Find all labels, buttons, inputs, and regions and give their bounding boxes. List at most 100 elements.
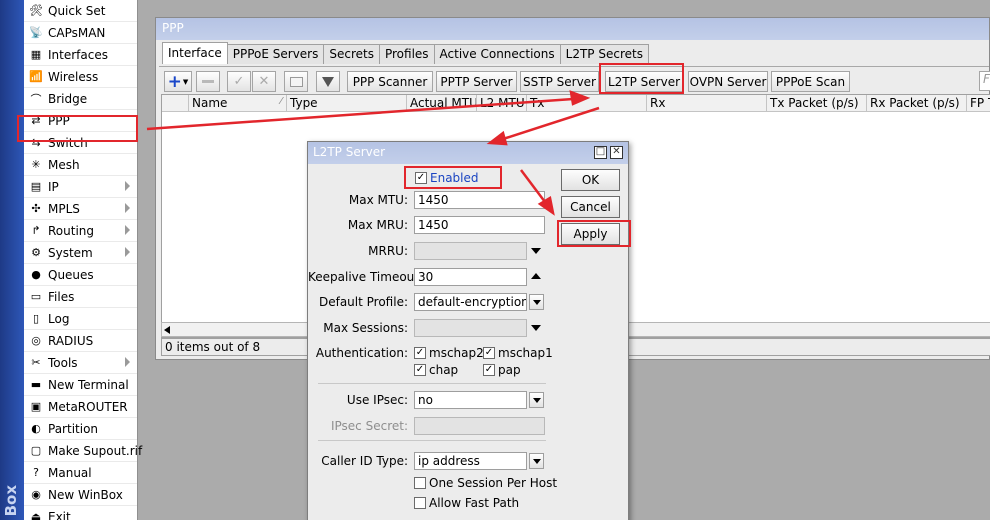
tab-l2tp-secrets[interactable]: L2TP Secrets — [559, 44, 649, 64]
find-input[interactable]: Fi — [979, 71, 990, 91]
sidebar-item-partition[interactable]: ◐ Partition — [24, 418, 137, 440]
col-name[interactable]: Name ⁄ — [188, 95, 286, 112]
max-mru-input[interactable]: 1450 — [414, 216, 545, 234]
auth-mschap2-checkbox[interactable]: ✓ mschap2 — [414, 346, 484, 360]
sidebar-item-bridge[interactable]: ⌒ Bridge — [24, 88, 137, 110]
sidebar-item-label: IP — [48, 179, 59, 194]
sidebar-item-queues[interactable]: ● Queues — [24, 264, 137, 286]
allow-fast-path-checkbox[interactable]: Allow Fast Path — [414, 496, 519, 510]
winbox-sidebar-strip: Box — [0, 0, 24, 520]
tab-profiles[interactable]: Profiles — [378, 44, 435, 64]
sidebar-item-label: RADIUS — [48, 333, 94, 348]
enable-button[interactable]: ✓ — [227, 71, 251, 92]
sidebar-item-capsman[interactable]: 📡 CAPsMAN — [24, 22, 137, 44]
cancel-button[interactable]: Cancel — [561, 196, 620, 218]
sidebar-item-label: PPP — [48, 113, 70, 128]
close-button[interactable]: ✕ — [610, 146, 623, 159]
sidebar-item-interfaces[interactable]: ▦ Interfaces — [24, 44, 137, 66]
ok-button[interactable]: OK — [561, 169, 620, 191]
winbox-icon: ◉ — [31, 488, 41, 501]
apply-button[interactable]: Apply — [561, 223, 620, 245]
max-mtu-input[interactable]: 1450 — [414, 191, 545, 209]
sidebar-item-routing[interactable]: ↱ Routing — [24, 220, 137, 242]
sidebar-item-log[interactable]: ▯ Log — [24, 308, 137, 330]
tab-secrets[interactable]: Secrets — [323, 44, 380, 64]
maximize-button[interactable]: □ — [594, 146, 607, 159]
col-actual-mtu[interactable]: Actual MTU — [406, 95, 476, 112]
scroll-left-arrow-icon[interactable] — [164, 326, 170, 334]
ovpn-server-button[interactable]: OVPN Server — [688, 71, 768, 92]
routing-icon: ↱ — [31, 224, 41, 237]
tab-active-connections[interactable]: Active Connections — [433, 44, 561, 64]
sidebar-item-tools[interactable]: ✂ Tools — [24, 352, 137, 374]
sidebar-item-files[interactable]: ▭ Files — [24, 286, 137, 308]
col-l2-mtu[interactable]: L2 MTU — [476, 95, 526, 112]
default-profile-label: Default Profile: — [318, 295, 408, 309]
disable-button[interactable]: ✕ — [252, 71, 276, 92]
comment-button[interactable] — [284, 71, 308, 92]
submenu-arrow-icon — [125, 225, 130, 235]
sidebar-item-make-supout-rif[interactable]: ▢ Make Supout.rif — [24, 440, 142, 462]
fast-path-check-icon — [414, 497, 426, 509]
sidebar-item-ppp[interactable]: ⇄ PPP — [24, 110, 137, 132]
mschap1-check-icon: ✓ — [483, 347, 495, 359]
pap-label: pap — [498, 363, 521, 377]
sidebar-item-mpls[interactable]: ✣ MPLS — [24, 198, 137, 220]
keepalive-input[interactable]: 30 — [414, 268, 527, 286]
col-tx[interactable]: Tx — [526, 95, 646, 112]
mrru-expand-icon[interactable] — [531, 248, 541, 254]
add-button[interactable]: + ▼ — [164, 71, 192, 92]
sidebar-item-metarouter[interactable]: ▣ MetaROUTER — [24, 396, 137, 418]
close-icon: ✕ — [612, 146, 621, 157]
ppp-scanner-button[interactable]: PPP Scanner — [347, 71, 433, 92]
l2tp-server-button[interactable]: L2TP Server — [605, 71, 683, 92]
default-profile-select[interactable]: default-encryption — [414, 293, 527, 311]
sidebar-item-quick-set[interactable]: 🛠 Quick Set — [24, 0, 137, 22]
sidebar-item-switch[interactable]: ⇆ Switch — [24, 132, 137, 154]
col-fp-tx[interactable]: FP T — [966, 95, 990, 112]
sidebar-item-new-terminal[interactable]: ▬ New Terminal — [24, 374, 137, 396]
one-session-checkbox[interactable]: One Session Per Host — [414, 476, 557, 490]
enabled-check-icon: ✓ — [415, 172, 427, 184]
default-profile-dropdown-icon[interactable] — [529, 294, 544, 310]
keepalive-collapse-icon[interactable] — [531, 273, 541, 279]
auth-chap-checkbox[interactable]: ✓ chap — [414, 363, 458, 377]
pppoe-scan-button[interactable]: PPPoE Scan — [771, 71, 850, 92]
submenu-arrow-icon — [125, 357, 130, 367]
sstp-server-button[interactable]: SSTP Server — [520, 71, 599, 92]
sidebar-item-system[interactable]: ⚙ System — [24, 242, 137, 264]
sidebar-item-label: Make Supout.rif — [48, 443, 143, 458]
use-ipsec-select[interactable]: no — [414, 391, 527, 409]
ipsec-secret-input[interactable] — [414, 417, 545, 435]
authentication-label: Authentication: — [315, 346, 408, 360]
pptp-server-button[interactable]: PPTP Server — [436, 71, 517, 92]
caller-id-select[interactable]: ip address — [414, 452, 527, 470]
auth-mschap1-checkbox[interactable]: ✓ mschap1 — [483, 346, 553, 360]
filter-button[interactable] — [316, 71, 340, 92]
main-menu: 🛠 Quick Set 📡 CAPsMAN ▦ Interfaces 📶 Wireless ⌒ B… — [24, 0, 142, 520]
max-sessions-input[interactable] — [414, 319, 527, 337]
sidebar-item-wireless[interactable]: 📶 Wireless — [24, 66, 137, 88]
switch-icon: ⇆ — [31, 136, 41, 149]
col-tx-packet[interactable]: Tx Packet (p/s) — [766, 95, 866, 112]
tab-interface[interactable]: Interface — [162, 42, 228, 64]
sidebar-item-manual[interactable]: ? Manual — [24, 462, 137, 484]
sidebar-item-new-winbox[interactable]: ◉ New WinBox — [24, 484, 137, 506]
caller-id-dropdown-icon[interactable] — [529, 453, 544, 469]
sidebar-item-radius[interactable]: ◎ RADIUS — [24, 330, 137, 352]
col-type[interactable]: Type — [286, 95, 406, 112]
col-rx-packet[interactable]: Rx Packet (p/s) — [866, 95, 966, 112]
mrru-input[interactable] — [414, 242, 527, 260]
sidebar-item-exit[interactable]: ⏏ Exit — [24, 506, 137, 520]
enabled-label: Enabled — [430, 171, 479, 185]
sidebar-item-ip[interactable]: ▤ IP — [24, 176, 137, 198]
sidebar-item-mesh[interactable]: ✳ Mesh — [24, 154, 137, 176]
enabled-checkbox[interactable]: ✓ Enabled — [415, 171, 479, 185]
max-sessions-expand-icon[interactable] — [531, 325, 541, 331]
auth-pap-checkbox[interactable]: ✓ pap — [483, 363, 521, 377]
tab-pppoe-servers[interactable]: PPPoE Servers — [226, 44, 325, 64]
use-ipsec-dropdown-icon[interactable] — [529, 392, 544, 408]
remove-button[interactable] — [196, 71, 220, 92]
col-rx[interactable]: Rx — [646, 95, 766, 112]
col-flags[interactable] — [162, 95, 188, 112]
